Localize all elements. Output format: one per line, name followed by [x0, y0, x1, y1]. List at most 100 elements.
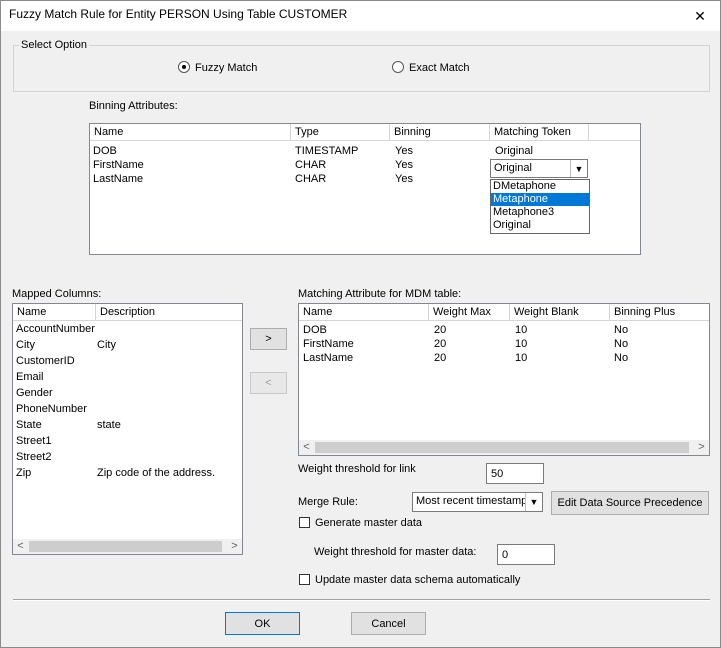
merge-rule-value: Most recent timestamp: [416, 495, 526, 507]
merge-rule-combo[interactable]: Most recent timestamp ▼: [412, 492, 543, 512]
footer-separator: [13, 599, 710, 601]
fuzzy-match-radio[interactable]: Fuzzy Match: [178, 61, 257, 74]
dropdown-option[interactable]: Metaphone3: [491, 206, 589, 219]
binning-attributes-label: Binning Attributes:: [89, 100, 178, 112]
update-schema-checkbox[interactable]: Update master data schema automatically: [299, 574, 520, 586]
matching-row-max[interactable]: 20: [434, 338, 446, 350]
radio-unselected-icon: [392, 61, 404, 73]
binning-row-token[interactable]: Original: [495, 145, 533, 157]
matching-row-name[interactable]: FirstName: [303, 338, 354, 350]
ok-button[interactable]: OK: [225, 612, 300, 635]
generate-master-checkbox[interactable]: Generate master data: [299, 517, 422, 529]
select-option-group: [13, 45, 710, 92]
select-option-legend: Select Option: [19, 39, 90, 51]
exact-match-label: Exact Match: [409, 62, 470, 74]
mapped-grid-header: Name Description: [13, 304, 242, 321]
weight-link-label: Weight threshold for link: [298, 463, 416, 475]
matching-row-name[interactable]: DOB: [303, 324, 327, 336]
mapped-header-description[interactable]: Description: [96, 304, 242, 321]
merge-rule-label: Merge Rule:: [298, 496, 358, 508]
matching-hscrollbar[interactable]: < >: [299, 440, 709, 455]
mapped-row-desc: Zip code of the address.: [97, 467, 216, 479]
matching-row-blank[interactable]: 10: [515, 338, 527, 350]
matching-token-dropdown[interactable]: DMetaphone Metaphone Metaphone3 Original: [490, 179, 590, 234]
matching-header-weight-blank[interactable]: Weight Blank: [510, 304, 610, 321]
mapped-row-name[interactable]: Gender: [16, 387, 53, 399]
mapped-row-name[interactable]: Street1: [16, 435, 51, 447]
binning-row-type: TIMESTAMP: [295, 145, 359, 157]
weight-master-label: Weight threshold for master data:: [314, 546, 477, 558]
binning-row-name[interactable]: DOB: [93, 145, 117, 157]
binning-row-binning: Yes: [395, 159, 413, 171]
binning-attributes-grid[interactable]: Name Type Binning Matching Token DOB TIM…: [89, 123, 641, 255]
mapped-row-name[interactable]: Zip: [16, 467, 31, 479]
matching-token-combo[interactable]: Original ▼: [490, 159, 588, 178]
chevron-down-icon[interactable]: ▼: [525, 493, 542, 511]
matching-row-plus[interactable]: No: [614, 324, 628, 336]
mapped-columns-label: Mapped Columns:: [12, 288, 102, 300]
mapped-row-name[interactable]: State: [16, 419, 42, 431]
mapped-row-name[interactable]: Email: [16, 371, 44, 383]
add-column-button[interactable]: >: [250, 328, 287, 350]
matching-token-value: Original: [494, 162, 532, 174]
binning-row-type: CHAR: [295, 173, 327, 185]
matching-row-max[interactable]: 20: [434, 352, 446, 364]
matching-header-weight-max[interactable]: Weight Max: [429, 304, 510, 321]
mapped-row-name[interactable]: PhoneNumber: [16, 403, 87, 415]
scroll-thumb[interactable]: [29, 541, 222, 552]
matching-row-blank[interactable]: 10: [515, 352, 527, 364]
cancel-button[interactable]: Cancel: [351, 612, 426, 635]
binning-grid-header: Name Type Binning Matching Token: [90, 124, 640, 141]
matching-row-name[interactable]: LastName: [303, 352, 353, 364]
mapped-header-name[interactable]: Name: [13, 304, 96, 321]
mapped-row-name[interactable]: CustomerID: [16, 355, 75, 367]
checkbox-icon: [299, 574, 310, 585]
matching-grid-header: Name Weight Max Weight Blank Binning Plu…: [299, 304, 709, 321]
matching-attribute-grid[interactable]: Name Weight Max Weight Blank Binning Plu…: [298, 303, 710, 456]
matching-row-max[interactable]: 20: [434, 324, 446, 336]
dropdown-option-highlighted[interactable]: Metaphone: [491, 193, 589, 206]
matching-attribute-label: Matching Attribute for MDM table:: [298, 288, 462, 300]
binning-row-type: CHAR: [295, 159, 327, 171]
dropdown-option[interactable]: Original: [491, 219, 589, 232]
matching-header-binning-plus[interactable]: Binning Plus: [610, 304, 709, 321]
fuzzy-match-label: Fuzzy Match: [195, 62, 258, 74]
scroll-left-icon[interactable]: <: [13, 539, 28, 554]
mapped-row-desc: City: [97, 339, 116, 351]
binning-header-name[interactable]: Name: [90, 124, 291, 141]
title-bar[interactable]: Fuzzy Match Rule for Entity PERSON Using…: [1, 1, 720, 31]
checkbox-icon: [299, 517, 310, 528]
edit-precedence-button[interactable]: Edit Data Source Precedence: [551, 491, 709, 515]
mapped-columns-list[interactable]: Name Description AccountNumber City City…: [12, 303, 243, 555]
mapped-row-desc: state: [97, 419, 121, 431]
mapped-row-name[interactable]: City: [16, 339, 35, 351]
scroll-thumb[interactable]: [315, 442, 689, 453]
window-title: Fuzzy Match Rule for Entity PERSON Using…: [9, 7, 348, 21]
binning-header-matching-token[interactable]: Matching Token: [490, 124, 589, 141]
binning-row-name[interactable]: LastName: [93, 173, 143, 185]
close-icon[interactable]: ✕: [680, 1, 720, 31]
exact-match-radio[interactable]: Exact Match: [392, 61, 470, 74]
matching-row-blank[interactable]: 10: [515, 324, 527, 336]
scroll-left-icon[interactable]: <: [299, 440, 314, 455]
binning-header-binning[interactable]: Binning: [390, 124, 490, 141]
chevron-down-icon[interactable]: ▼: [570, 160, 587, 177]
dialog-window: Fuzzy Match Rule for Entity PERSON Using…: [0, 0, 721, 648]
matching-header-name[interactable]: Name: [299, 304, 429, 321]
matching-row-plus[interactable]: No: [614, 352, 628, 364]
dropdown-option[interactable]: DMetaphone: [491, 180, 589, 193]
generate-master-label: Generate master data: [315, 517, 423, 529]
matching-row-plus[interactable]: No: [614, 338, 628, 350]
mapped-row-name[interactable]: Street2: [16, 451, 51, 463]
weight-link-input[interactable]: [486, 463, 544, 484]
mapped-hscrollbar[interactable]: < >: [13, 539, 242, 554]
binning-row-name[interactable]: FirstName: [93, 159, 144, 171]
remove-column-button[interactable]: <: [250, 372, 287, 394]
binning-row-binning: Yes: [395, 173, 413, 185]
binning-header-type[interactable]: Type: [291, 124, 390, 141]
scroll-right-icon[interactable]: >: [694, 440, 709, 455]
scroll-right-icon[interactable]: >: [227, 539, 242, 554]
radio-selected-icon: [178, 61, 190, 73]
weight-master-input[interactable]: [497, 544, 555, 565]
mapped-row-name[interactable]: AccountNumber: [16, 323, 95, 335]
